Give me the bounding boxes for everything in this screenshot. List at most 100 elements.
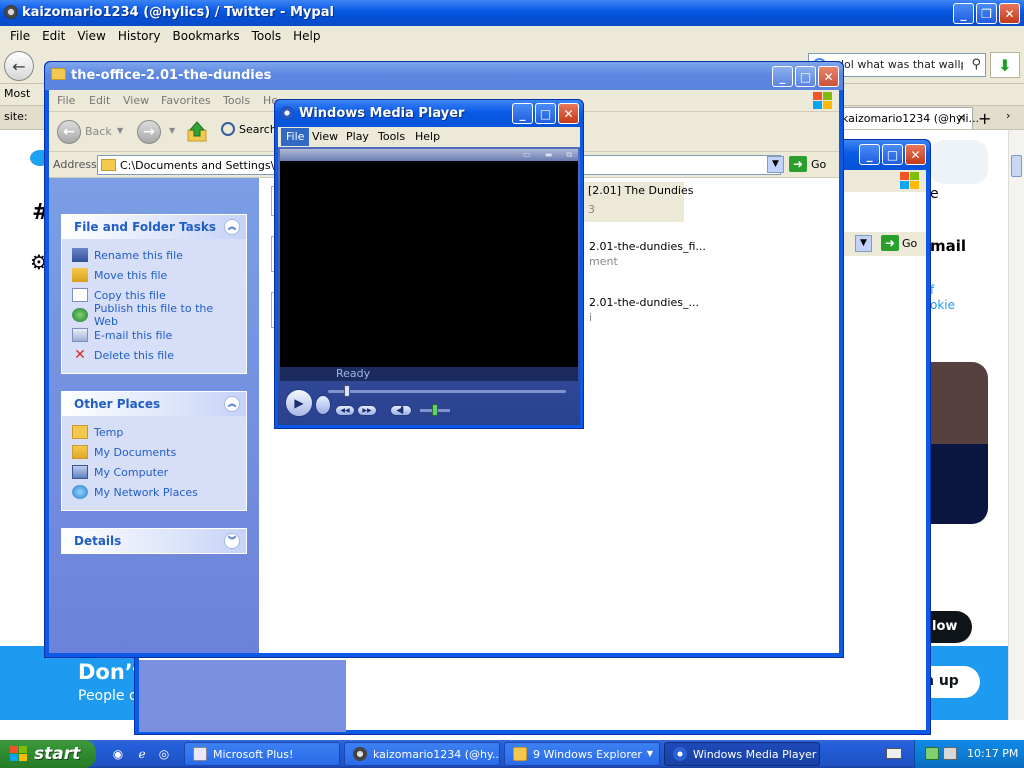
start-button[interactable]: start bbox=[0, 740, 96, 768]
volume-slider[interactable] bbox=[420, 404, 450, 416]
file-item[interactable]: 2.01-the-dundies_... i bbox=[589, 296, 699, 324]
minimize-button[interactable]: _ bbox=[772, 66, 793, 87]
menu-favorites[interactable]: Favorites bbox=[161, 94, 211, 107]
collapse-chevron-icon[interactable]: ︽ bbox=[224, 219, 240, 235]
new-tab-button[interactable]: + bbox=[978, 109, 991, 128]
address-dropdown-button[interactable]: ▼ bbox=[767, 156, 784, 173]
panel-header[interactable]: File and Folder Tasks ︽ bbox=[62, 215, 246, 239]
close-button[interactable]: ✕ bbox=[558, 103, 579, 124]
bookmark-most-visited[interactable]: Most bbox=[4, 87, 30, 100]
seek-knob[interactable] bbox=[344, 385, 351, 397]
restore-button[interactable]: ❐ bbox=[976, 3, 997, 24]
menu-file[interactable]: File bbox=[57, 94, 75, 107]
media-player-window[interactable]: Windows Media Player _ □ ✕ File View Pla… bbox=[274, 99, 584, 429]
tab-twitter[interactable]: kaizomario1234 (@hyli... × bbox=[835, 107, 979, 129]
media-player-titlebar[interactable]: Windows Media Player _ □ ✕ bbox=[275, 100, 583, 127]
download-button[interactable]: ⬇ bbox=[990, 52, 1020, 78]
back-button[interactable]: ← bbox=[4, 51, 34, 81]
go-button[interactable]: ➜ Go bbox=[789, 156, 826, 172]
file-item[interactable]: [2.01] The Dundies 3 bbox=[584, 182, 693, 222]
minimize-button[interactable]: _ bbox=[859, 144, 880, 165]
back-dropdown-icon[interactable]: ▼ bbox=[117, 126, 123, 135]
follow-button[interactable]: low bbox=[930, 611, 972, 643]
menu-edit[interactable]: Edit bbox=[36, 29, 71, 43]
search-icon[interactable]: ⚲ bbox=[971, 57, 981, 72]
task-delete-file[interactable]: ✕ Delete this file bbox=[72, 345, 236, 365]
maximize-button[interactable]: □ bbox=[535, 103, 556, 124]
taskbar-button-mypal[interactable]: kaizomario1234 (@hy... bbox=[344, 742, 500, 766]
quicklaunch-desktop-icon[interactable]: ◉ bbox=[110, 746, 126, 762]
twitter-cookie-link[interactable]: okie bbox=[930, 298, 955, 312]
forward-dropdown-icon[interactable]: ▼ bbox=[169, 126, 175, 135]
mini-mode-icon[interactable]: ▭ bbox=[523, 150, 531, 160]
page-scrollbar[interactable] bbox=[1008, 130, 1024, 720]
quicklaunch-browser-icon[interactable]: ℯ bbox=[134, 746, 150, 762]
twitter-media-image[interactable] bbox=[930, 362, 988, 444]
back-label[interactable]: Back bbox=[85, 125, 112, 138]
volume-knob[interactable] bbox=[432, 404, 438, 416]
keyboard-icon[interactable] bbox=[886, 748, 902, 759]
video-area[interactable] bbox=[280, 161, 578, 367]
tab-site-search[interactable]: site: bbox=[4, 110, 28, 123]
taskbar-button-microsoft-plus[interactable]: Microsoft Plus! bbox=[184, 742, 340, 766]
menu-tools[interactable]: Tools bbox=[223, 94, 250, 107]
back-button[interactable]: ← bbox=[57, 120, 81, 144]
stop-button[interactable] bbox=[315, 395, 331, 415]
close-button[interactable]: ✕ bbox=[818, 66, 839, 87]
task-publish-web[interactable]: Publish this file to the Web bbox=[72, 302, 236, 328]
menu-view[interactable]: View bbox=[312, 130, 338, 143]
place-my-computer[interactable]: My Computer bbox=[72, 462, 236, 482]
taskbar-button-explorer-group[interactable]: 9 Windows Explorer ▼ bbox=[504, 742, 660, 766]
full-mode-icon[interactable]: ⧉ bbox=[566, 150, 572, 160]
minimize-button[interactable]: _ bbox=[953, 3, 974, 24]
twitter-search-pill[interactable] bbox=[930, 140, 988, 184]
search-button[interactable]: Search bbox=[221, 122, 277, 136]
menu-file[interactable]: File bbox=[4, 29, 36, 43]
explorer-titlebar[interactable]: the-office-2.01-the-dundies _ □ ✕ bbox=[45, 62, 843, 90]
menu-tools[interactable]: Tools bbox=[378, 130, 405, 143]
tab-close-icon[interactable]: × bbox=[957, 111, 966, 124]
place-my-network[interactable]: My Network Places bbox=[72, 482, 236, 502]
skin-mode-icon[interactable]: ▬ bbox=[545, 150, 553, 160]
panel-header[interactable]: Other Places ︽ bbox=[62, 392, 246, 416]
menu-view[interactable]: View bbox=[123, 94, 149, 107]
task-rename-file[interactable]: Rename this file bbox=[72, 245, 236, 265]
menu-play[interactable]: Play bbox=[346, 130, 369, 143]
menu-history[interactable]: History bbox=[112, 29, 167, 43]
menu-tools[interactable]: Tools bbox=[246, 29, 288, 43]
menu-file[interactable]: File bbox=[281, 128, 310, 146]
forward-button[interactable]: → bbox=[137, 120, 161, 144]
address-dropdown-button[interactable]: ▼ bbox=[855, 235, 872, 252]
place-temp[interactable]: Temp bbox=[72, 422, 236, 442]
panel-header[interactable]: Details ︾ bbox=[62, 529, 246, 553]
menu-edit[interactable]: Edit bbox=[89, 94, 110, 107]
twitter-media-image[interactable] bbox=[930, 444, 988, 524]
seek-bar[interactable] bbox=[328, 385, 566, 397]
next-button[interactable]: ▶▶ bbox=[357, 405, 377, 416]
network-tray-icon[interactable] bbox=[925, 747, 939, 760]
close-button[interactable]: ✕ bbox=[905, 144, 926, 165]
volume-tray-icon[interactable] bbox=[943, 747, 957, 760]
maximize-button[interactable]: □ bbox=[795, 66, 816, 87]
close-button[interactable]: ✕ bbox=[999, 3, 1020, 24]
scrollbar-thumb[interactable] bbox=[1011, 155, 1022, 177]
play-button[interactable]: ▶ bbox=[285, 389, 313, 417]
taskbar-button-media-player[interactable]: Windows Media Player bbox=[664, 742, 820, 766]
tab-overflow-button[interactable]: › bbox=[1006, 109, 1010, 122]
menu-help[interactable]: Help bbox=[287, 29, 326, 43]
minimize-button[interactable]: _ bbox=[512, 103, 533, 124]
quicklaunch-media-player-icon[interactable]: ◎ bbox=[156, 746, 172, 762]
maximize-button[interactable]: □ bbox=[882, 144, 903, 165]
go-button[interactable]: ➜ Go bbox=[881, 235, 917, 251]
place-my-documents[interactable]: My Documents bbox=[72, 442, 236, 462]
task-move-file[interactable]: Move this file bbox=[72, 265, 236, 285]
menu-help[interactable]: Help bbox=[415, 130, 440, 143]
browser-titlebar[interactable]: kaizomario1234 (@hylics) / Twitter - Myp… bbox=[0, 0, 1024, 26]
expand-chevron-icon[interactable]: ︾ bbox=[224, 533, 240, 549]
previous-button[interactable]: ◀◀ bbox=[335, 405, 355, 416]
task-email-file[interactable]: E-mail this file bbox=[72, 325, 236, 345]
folder-up-icon[interactable] bbox=[185, 120, 209, 144]
collapse-chevron-icon[interactable]: ︽ bbox=[224, 396, 240, 412]
mute-button[interactable]: ◀▌ bbox=[390, 405, 412, 416]
file-item[interactable]: 2.01-the-dundies_fi... ment bbox=[589, 240, 706, 268]
